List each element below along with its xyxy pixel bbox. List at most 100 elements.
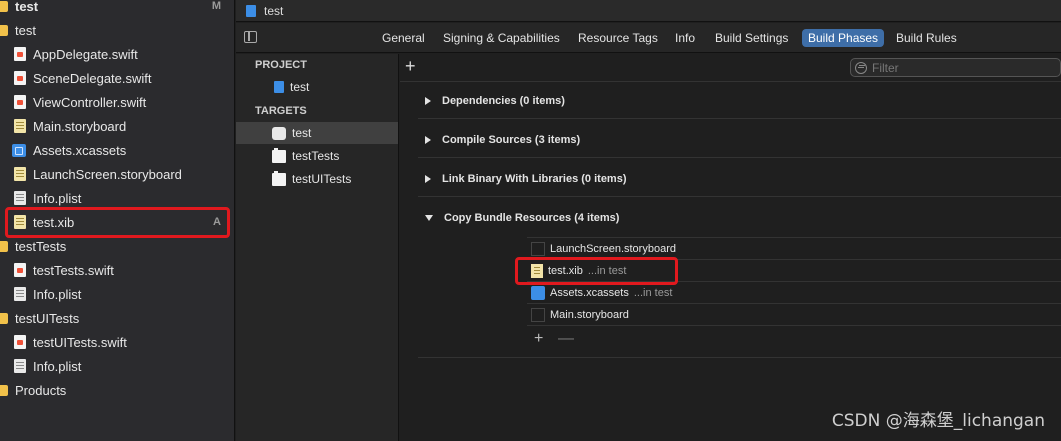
nav-item-label: testUITests.swift <box>33 334 127 350</box>
add-build-phase-button[interactable]: + <box>405 57 416 75</box>
sidebar-toggle-icon[interactable] <box>244 31 257 43</box>
swift-file-icon <box>14 263 26 277</box>
nav-item-label: testTests.swift <box>33 262 114 278</box>
phase-label: Dependencies (0 items) <box>442 95 565 107</box>
disclosure-triangle-icon[interactable] <box>425 175 431 183</box>
divider <box>418 357 1061 358</box>
disclosure-triangle-icon[interactable] <box>425 136 431 144</box>
nav-item-label: Info.plist <box>33 190 82 206</box>
filter-field[interactable] <box>850 58 1061 77</box>
tab-signing-capabilities[interactable]: Signing & Capabilities <box>437 29 566 47</box>
project-navigator: test M test AppDelegate.swift SceneDeleg… <box>0 0 235 441</box>
divider <box>418 196 1061 197</box>
storyboard-file-icon <box>531 241 545 256</box>
tab-build-rules[interactable]: Build Rules <box>890 29 963 47</box>
nav-item-products-folder[interactable]: Products <box>0 378 235 402</box>
editor-tab-bar: General Signing & Capabilities Resource … <box>236 23 1061 53</box>
swift-file-icon <box>14 335 26 349</box>
nav-item-label: Products <box>15 382 67 398</box>
tab-general[interactable]: General <box>376 29 431 47</box>
storyboard-file-icon <box>14 167 26 181</box>
project-section-header: PROJECT <box>255 59 307 71</box>
nav-item-launchscreen[interactable]: LaunchScreen.storyboard <box>0 162 235 186</box>
plist-file-icon <box>14 359 26 373</box>
nav-item-label: Main.storyboard <box>33 118 127 134</box>
tab-build-settings[interactable]: Build Settings <box>709 29 794 47</box>
assets-icon <box>531 285 545 300</box>
nav-item-label: testUITests <box>15 310 80 326</box>
folder-icon <box>0 0 8 12</box>
divider <box>418 118 1061 119</box>
app-target-icon <box>272 126 286 140</box>
build-phases-editor: + Dependencies (0 items) Compile Sources… <box>400 54 1061 441</box>
resource-name: Assets.xcassets <box>550 286 629 299</box>
target-label: testTests <box>292 149 340 163</box>
resource-name: LaunchScreen.storyboard <box>550 242 676 255</box>
disclosure-triangle-icon[interactable] <box>425 215 433 221</box>
nav-item-test-folder[interactable]: test <box>0 18 235 42</box>
project-item[interactable]: test <box>236 76 398 98</box>
resource-row[interactable]: Main.storyboard <box>527 304 1061 326</box>
project-icon <box>274 81 284 93</box>
phase-label: Copy Bundle Resources (4 items) <box>444 212 620 224</box>
phase-copy-bundle-resources[interactable]: Copy Bundle Resources (4 items) <box>425 212 619 224</box>
phase-dependencies[interactable]: Dependencies (0 items) <box>425 95 565 107</box>
remove-resource-button[interactable]: — <box>558 330 574 348</box>
nav-item-test-group[interactable]: test M <box>0 0 235 18</box>
nav-item-label: testTests <box>15 238 67 254</box>
nav-item-info-plist[interactable]: Info.plist <box>0 282 235 306</box>
phase-label: Link Binary With Libraries (0 items) <box>442 173 627 185</box>
target-item-testtests[interactable]: testTests <box>236 145 398 167</box>
target-label: test <box>292 126 312 140</box>
nav-item-label: Info.plist <box>33 358 82 374</box>
add-resource-button[interactable]: + <box>534 330 543 348</box>
scm-badge: M <box>211 0 221 12</box>
assets-icon <box>12 143 26 157</box>
targets-section-header: TARGETS <box>255 105 307 117</box>
folder-icon <box>0 384 8 396</box>
swift-file-icon <box>14 95 26 109</box>
nav-item-label: AppDelegate.swift <box>33 46 138 62</box>
target-label: testUITests <box>292 172 352 186</box>
test-target-icon <box>272 170 286 186</box>
folder-icon <box>0 312 8 324</box>
filter-input[interactable] <box>872 60 1052 75</box>
storyboard-file-icon <box>531 307 545 322</box>
nav-item-appdelegate[interactable]: AppDelegate.swift <box>0 42 235 66</box>
folder-icon <box>0 240 8 252</box>
breadcrumb-project[interactable]: test <box>264 4 283 18</box>
nav-item-assets[interactable]: Assets.xcassets <box>0 138 235 162</box>
highlight-box <box>515 257 678 285</box>
project-icon <box>246 4 256 17</box>
phase-link-binary[interactable]: Link Binary With Libraries (0 items) <box>425 173 627 185</box>
nav-item-testtests-folder[interactable]: testTests <box>0 234 235 258</box>
tab-info[interactable]: Info <box>669 29 701 47</box>
nav-item-scenedelegate[interactable]: SceneDelegate.swift <box>0 66 235 90</box>
disclosure-triangle-icon[interactable] <box>425 97 431 105</box>
target-item-test[interactable]: test <box>236 122 398 144</box>
phase-compile-sources[interactable]: Compile Sources (3 items) <box>425 134 580 146</box>
resource-row[interactable]: Assets.xcassets ...in test <box>527 282 1061 304</box>
storyboard-file-icon <box>14 119 26 133</box>
plist-file-icon <box>14 287 26 301</box>
nav-item-testtests-swift[interactable]: testTests.swift <box>0 258 235 282</box>
divider <box>400 81 1061 82</box>
swift-file-icon <box>14 71 26 85</box>
project-label: test <box>290 80 310 94</box>
folder-icon <box>0 24 8 36</box>
nav-item-testuitests-folder[interactable]: testUITests <box>0 306 235 330</box>
nav-item-label: test <box>15 22 36 38</box>
nav-item-label: ViewController.swift <box>33 94 147 110</box>
nav-item-info-plist[interactable]: Info.plist <box>0 354 235 378</box>
tab-build-phases[interactable]: Build Phases <box>802 29 885 47</box>
nav-item-main-storyboard[interactable]: Main.storyboard <box>0 114 235 138</box>
watermark: CSDN @海森堡_lichangan <box>831 411 1045 431</box>
tab-resource-tags[interactable]: Resource Tags <box>572 29 664 47</box>
target-item-testuitests[interactable]: testUITests <box>236 168 398 190</box>
nav-item-label: LaunchScreen.storyboard <box>33 166 182 182</box>
nav-item-viewcontroller[interactable]: ViewController.swift <box>0 90 235 114</box>
nav-item-testuitests-swift[interactable]: testUITests.swift <box>0 330 235 354</box>
test-target-icon <box>272 147 286 163</box>
filter-icon <box>855 61 867 74</box>
nav-item-label: Info.plist <box>33 286 82 302</box>
